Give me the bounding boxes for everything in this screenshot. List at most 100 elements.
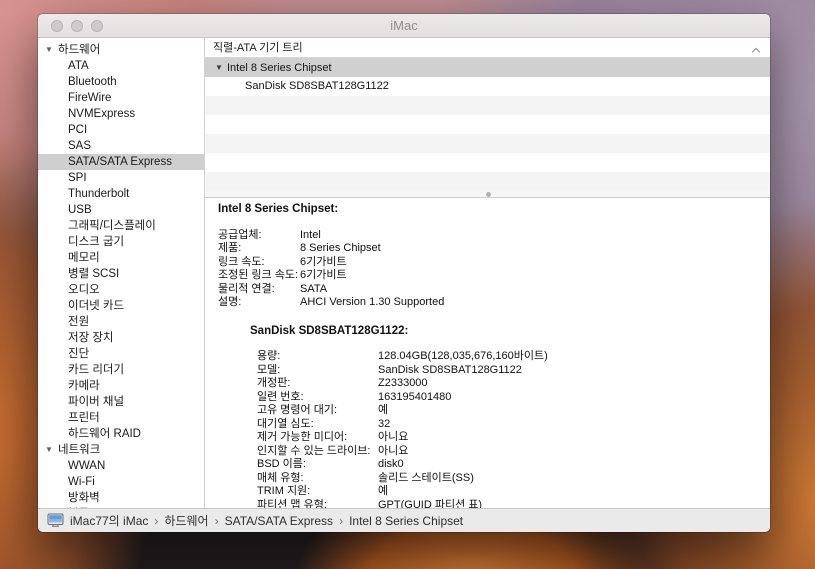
- detail-key: 고유 명령어 대기:: [257, 404, 378, 418]
- splitter-handle-icon: [486, 192, 491, 197]
- device-tree-title: 직렬-ATA 기기 트리: [213, 42, 303, 54]
- sidebar-item[interactable]: 진단: [38, 346, 204, 362]
- detail-value: disk0: [378, 458, 404, 472]
- detail-value: 예: [378, 485, 388, 499]
- sidebar-item[interactable]: ATA: [38, 58, 204, 74]
- display-icon: [47, 513, 64, 528]
- sidebar-item[interactable]: 파이버 채널: [38, 394, 204, 410]
- detail-value: 아니요: [378, 445, 408, 459]
- sidebar-item[interactable]: 방화벽: [38, 490, 204, 506]
- disclosure-triangle-icon[interactable]: ▼: [45, 442, 58, 458]
- disclosure-triangle-icon[interactable]: ▼: [45, 42, 58, 58]
- sidebar-item[interactable]: 병렬 SCSI: [38, 266, 204, 282]
- detail-row: 일련 번호:163195401480: [257, 391, 760, 405]
- device-tree[interactable]: ▼Intel 8 Series ChipsetSanDisk SD8SBAT12…: [205, 58, 770, 191]
- detail-row: 조정된 링크 속도:6기가비트: [218, 269, 760, 283]
- sidebar-item[interactable]: SPI: [38, 170, 204, 186]
- title-bar[interactable]: iMac: [38, 14, 770, 38]
- detail-section: Intel 8 Series Chipset: 공급업체:Intel제품:8 Se…: [218, 203, 760, 310]
- detail-value: SanDisk SD8SBAT128G1122: [378, 364, 522, 378]
- sidebar-group[interactable]: ▼하드웨어: [38, 42, 204, 58]
- breadcrumb-segment: Intel 8 Series Chipset: [349, 514, 463, 528]
- detail-key: TRIM 지원:: [257, 485, 378, 499]
- sidebar-item[interactable]: 메모리: [38, 250, 204, 266]
- detail-key: 개정판:: [257, 377, 378, 391]
- detail-row: 링크 속도:6기가비트: [218, 256, 760, 270]
- detail-row: 매체 유형:솔리드 스테이트(SS): [257, 472, 760, 486]
- sidebar-item[interactable]: WWAN: [38, 458, 204, 474]
- device-tree-empty-row: [205, 153, 770, 172]
- device-tree-empty-row: [205, 115, 770, 134]
- sidebar-item[interactable]: USB: [38, 202, 204, 218]
- detail-key: 설명:: [218, 296, 300, 310]
- sidebar-item[interactable]: 프린터: [38, 410, 204, 426]
- detail-key: 대기열 심도:: [257, 418, 378, 432]
- detail-key: 모델:: [257, 364, 378, 378]
- sidebar-item[interactable]: Wi-Fi: [38, 474, 204, 490]
- detail-pane[interactable]: Intel 8 Series Chipset: 공급업체:Intel제품:8 Se…: [205, 198, 770, 508]
- sidebar-item[interactable]: 오디오: [38, 282, 204, 298]
- sidebar-group[interactable]: ▼네트워크: [38, 442, 204, 458]
- detail-row: 제품:8 Series Chipset: [218, 242, 760, 256]
- sidebar-item[interactable]: NVMExpress: [38, 106, 204, 122]
- breadcrumb-segment: 하드웨어: [164, 514, 208, 528]
- device-tree-row[interactable]: SanDisk SD8SBAT128G1122: [205, 77, 770, 96]
- breadcrumb-separator: ›: [215, 514, 219, 528]
- detail-row: 모델:SanDisk SD8SBAT128G1122: [257, 364, 760, 378]
- detail-row: 용량:128.04GB(128,035,676,160바이트): [257, 350, 760, 364]
- detail-row: 대기열 심도:32: [257, 418, 760, 432]
- detail-row: 공급업체:Intel: [218, 229, 760, 243]
- detail-value: Intel: [300, 229, 321, 243]
- sidebar-item[interactable]: Bluetooth: [38, 74, 204, 90]
- detail-section-title: Intel 8 Series Chipset:: [218, 203, 760, 217]
- device-tree-row[interactable]: ▼Intel 8 Series Chipset: [205, 58, 770, 77]
- detail-row: 인지할 수 있는 드라이브:아니요: [257, 445, 760, 459]
- sidebar-item[interactable]: 하드웨어 RAID: [38, 426, 204, 442]
- detail-value: 32: [378, 418, 390, 432]
- sidebar-item[interactable]: 저장 장치: [38, 330, 204, 346]
- detail-key: 조정된 링크 속도:: [218, 269, 300, 283]
- detail-row: 개정판:Z2333000: [257, 377, 760, 391]
- sidebar-item[interactable]: Thunderbolt: [38, 186, 204, 202]
- detail-value: 6기가비트: [300, 269, 347, 283]
- sidebar-item[interactable]: SATA/SATA Express: [38, 154, 204, 170]
- detail-key: 제거 가능한 미디어:: [257, 431, 378, 445]
- window-title: iMac: [38, 14, 770, 38]
- sidebar-item[interactable]: 전원: [38, 314, 204, 330]
- sidebar-item[interactable]: PCI: [38, 122, 204, 138]
- detail-value: SATA: [300, 283, 327, 297]
- detail-value: 솔리드 스테이트(SS): [378, 472, 474, 486]
- disclosure-triangle-icon[interactable]: ▼: [215, 58, 227, 77]
- detail-row: 설명:AHCI Version 1.30 Supported: [218, 296, 760, 310]
- detail-key: 매체 유형:: [257, 472, 378, 486]
- device-tree-header: 직렬-ATA 기기 트리: [205, 38, 770, 58]
- detail-key: 공급업체:: [218, 229, 300, 243]
- detail-value: Z2333000: [378, 377, 428, 391]
- sidebar-item[interactable]: FireWire: [38, 90, 204, 106]
- detail-key: BSD 이름:: [257, 458, 378, 472]
- detail-key: 인지할 수 있는 드라이브:: [257, 445, 378, 459]
- detail-value: 6기가비트: [300, 256, 347, 270]
- sidebar-item[interactable]: 카드 리더기: [38, 362, 204, 378]
- detail-value: 예: [378, 404, 388, 418]
- detail-key: 링크 속도:: [218, 256, 300, 270]
- breadcrumb-separator: ›: [154, 514, 158, 528]
- detail-section-title: SanDisk SD8SBAT128G1122:: [250, 325, 760, 339]
- breadcrumb-separator: ›: [339, 514, 343, 528]
- detail-key: 파티션 맵 유형:: [257, 499, 378, 509]
- sidebar-item[interactable]: 그래픽/디스플레이: [38, 218, 204, 234]
- device-tree-empty-row: [205, 134, 770, 153]
- sidebar-item[interactable]: 이더넷 카드: [38, 298, 204, 314]
- sidebar-item[interactable]: SAS: [38, 138, 204, 154]
- pane-splitter[interactable]: [205, 191, 770, 198]
- device-tree-empty-row: [205, 172, 770, 191]
- sidebar-item[interactable]: 카메라: [38, 378, 204, 394]
- detail-value: AHCI Version 1.30 Supported: [300, 296, 444, 310]
- detail-section: SanDisk SD8SBAT128G1122: 용량:128.04GB(128,…: [218, 325, 760, 509]
- category-sidebar[interactable]: ▼하드웨어ATABluetoothFireWireNVMExpressPCISA…: [38, 38, 205, 508]
- collapse-chevron-icon[interactable]: [753, 47, 760, 54]
- detail-row: 파티션 맵 유형:GPT(GUID 파티션 표): [257, 499, 760, 509]
- detail-key: 일련 번호:: [257, 391, 378, 405]
- sidebar-item[interactable]: 디스크 굽기: [38, 234, 204, 250]
- detail-value: 128.04GB(128,035,676,160바이트): [378, 350, 548, 364]
